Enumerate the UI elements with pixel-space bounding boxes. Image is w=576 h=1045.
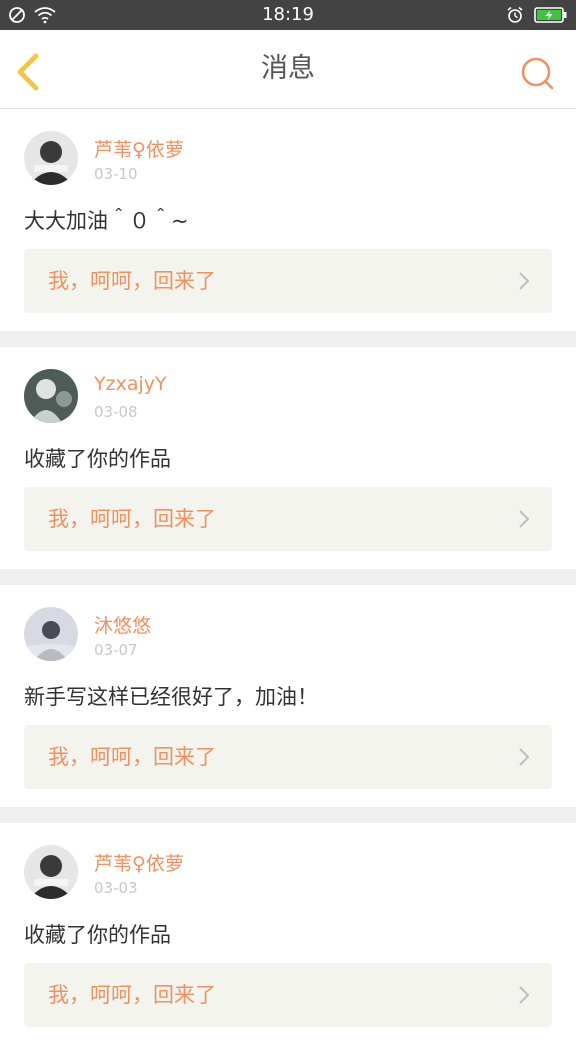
message-item: 芦苇♀依萝 03-03 收藏了你的作品 我，呵呵，回来了 <box>0 823 576 1045</box>
quoted-work-link[interactable]: 我，呵呵，回来了 <box>24 725 552 789</box>
status-time: 18:19 <box>262 4 314 25</box>
message-list: 芦苇♀依萝 03-10 大大加油＾０＾~ 我，呵呵，回来了 YzxajyY 03… <box>0 109 576 1045</box>
avatar[interactable] <box>24 369 78 423</box>
quoted-work-link[interactable]: 我，呵呵，回来了 <box>24 487 552 551</box>
user-avatar-icon <box>24 607 78 661</box>
message-content: 收藏了你的作品 <box>24 447 171 471</box>
username[interactable]: 芦苇♀依萝 <box>94 135 184 162</box>
battery-charging-icon <box>534 7 567 23</box>
message-content: 新手写这样已经很好了，加油！ <box>24 685 318 709</box>
quoted-work-title: 我，呵呵，回来了 <box>48 745 216 769</box>
message-date: 03-07 <box>94 641 138 659</box>
username[interactable]: YzxajyY <box>94 373 167 395</box>
alarm-icon <box>507 6 523 23</box>
message-item: 沐悠悠 03-07 新手写这样已经很好了，加油！ 我，呵呵，回来了 <box>0 585 576 807</box>
user-avatar-icon <box>24 845 78 899</box>
message-date: 03-08 <box>94 403 138 421</box>
user-avatar-icon <box>24 369 78 423</box>
message-item: 芦苇♀依萝 03-10 大大加油＾０＾~ 我，呵呵，回来了 <box>0 109 576 331</box>
avatar[interactable] <box>24 131 78 185</box>
message-item: YzxajyY 03-08 收藏了你的作品 我，呵呵，回来了 <box>0 347 576 569</box>
avatar[interactable] <box>24 845 78 899</box>
message-content: 大大加油＾０＾~ <box>24 209 189 233</box>
message-date: 03-03 <box>94 879 138 897</box>
username[interactable]: 沐悠悠 <box>94 611 151 638</box>
page-title: 消息 <box>261 53 315 84</box>
avatar[interactable] <box>24 607 78 661</box>
chevron-right-icon <box>519 986 530 1004</box>
search-button[interactable] <box>520 56 556 92</box>
quoted-work-title: 我，呵呵，回来了 <box>48 507 216 531</box>
user-avatar-icon <box>24 131 78 185</box>
quoted-work-link[interactable]: 我，呵呵，回来了 <box>24 249 552 313</box>
username[interactable]: 芦苇♀依萝 <box>94 849 184 876</box>
status-bar: 18:19 <box>0 0 576 30</box>
status-right-icons <box>506 0 568 30</box>
nav-bar: 消息 <box>0 30 576 109</box>
chevron-right-icon <box>519 510 530 528</box>
chevron-right-icon <box>519 748 530 766</box>
quoted-work-title: 我，呵呵，回来了 <box>48 983 216 1007</box>
chevron-right-icon <box>519 272 530 290</box>
quoted-work-title: 我，呵呵，回来了 <box>48 269 216 293</box>
search-icon <box>521 57 554 90</box>
message-content: 收藏了你的作品 <box>24 923 171 947</box>
quoted-work-link[interactable]: 我，呵呵，回来了 <box>24 963 552 1027</box>
message-date: 03-10 <box>94 165 138 183</box>
